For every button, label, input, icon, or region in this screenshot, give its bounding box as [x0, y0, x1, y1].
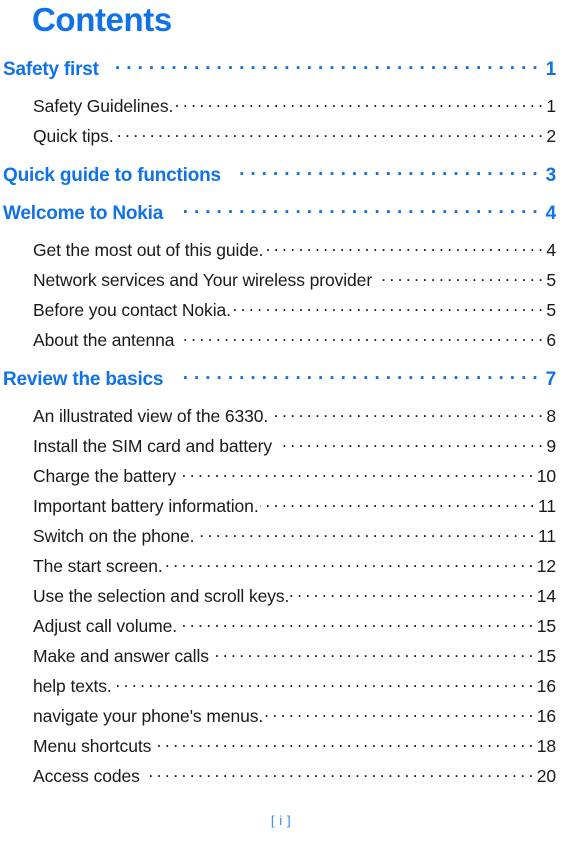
- page-title: Contents: [32, 1, 172, 38]
- toc-entry-page-number: 11: [538, 525, 556, 546]
- toc-entry-page-number: 1: [546, 95, 556, 116]
- toc-dot-leader: [232, 298, 546, 316]
- toc-entry[interactable]: Welcome to Nokia 4: [0, 200, 562, 238]
- toc-entry[interactable]: Switch on the phone. 11: [0, 524, 562, 554]
- toc-entry-page-number: 18: [536, 735, 556, 756]
- toc-entry-page-number: 4: [545, 203, 557, 224]
- toc-entry-page-number: 10: [536, 465, 556, 486]
- toc-entry-label: Access codes: [33, 765, 140, 786]
- toc-entry-label: Network services and Your wireless provi…: [33, 269, 373, 290]
- toc-entry-page-number: 15: [536, 645, 556, 666]
- toc-entry-label: Welcome to Nokia: [3, 203, 164, 224]
- toc-entry-label: Quick tips.: [33, 125, 114, 146]
- toc-entry-page-number: 5: [546, 299, 556, 320]
- toc-entry-label: Charge the battery: [33, 465, 177, 486]
- toc-entry[interactable]: Access codes 20: [0, 764, 562, 794]
- toc-entry-page-number: 7: [545, 369, 557, 390]
- table-of-contents: Safety first 1 Safety Guidelines. 1 Quick ti…: [0, 56, 562, 794]
- toc-entry-label: Adjust call volume.: [33, 615, 177, 636]
- toc-dot-leader: [235, 162, 544, 181]
- toc-dot-leader: [264, 238, 546, 256]
- toc-entry-page-number: 4: [546, 239, 556, 260]
- toc-entry[interactable]: navigate your phone's menus. 16: [0, 704, 562, 734]
- toc-entry-label: Make and answer calls: [33, 645, 209, 666]
- toc-dot-leader: [180, 328, 546, 346]
- toc-dot-leader: [157, 734, 536, 752]
- toc-entry-label: help texts.: [33, 675, 112, 696]
- toc-entry[interactable]: Review the basics 7: [0, 366, 562, 404]
- toc-dot-leader: [174, 94, 546, 112]
- toc-entry-page-number: 3: [545, 165, 557, 186]
- toc-entry[interactable]: Before you contact Nokia. 5: [0, 298, 562, 328]
- toc-entry-label: Use the selection and scroll keys.: [33, 585, 290, 606]
- toc-dot-leader: [260, 494, 538, 512]
- toc-entry[interactable]: Charge the battery 10: [0, 464, 562, 494]
- toc-entry-label: About the antenna: [33, 329, 175, 350]
- toc-entry[interactable]: Install the SIM card and battery 9: [0, 434, 562, 464]
- toc-entry-label: Safety Guidelines.: [33, 95, 174, 116]
- toc-entry-page-number: 6: [546, 329, 556, 350]
- toc-entry[interactable]: Quick tips. 2: [0, 124, 562, 154]
- toc-entry[interactable]: Safety Guidelines. 1: [0, 94, 562, 124]
- toc-entry-page-number: 9: [546, 435, 556, 456]
- toc-entry[interactable]: The start screen. 12: [0, 554, 562, 584]
- toc-entry-page-number: 11: [538, 495, 556, 516]
- toc-entry-label: Before you contact Nokia.: [33, 299, 231, 320]
- toc-entry-page-number: 5: [546, 269, 556, 290]
- toc-entry[interactable]: Get the most out of this guide. 4: [0, 238, 562, 268]
- toc-entry-page-number: 15: [536, 615, 556, 636]
- toc-dot-leader: [264, 704, 537, 722]
- toc-entry-label: Safety first: [3, 59, 99, 80]
- toc-entry-label: Get the most out of this guide.: [33, 239, 264, 260]
- toc-entry-label: Review the basics: [3, 369, 164, 390]
- contents-page: Contents Safety first1Safety Guidelines.…: [0, 0, 562, 842]
- page-footer: [ i ]: [0, 812, 562, 830]
- toc-entry-page-number: 16: [536, 705, 556, 726]
- toc-dot-leader: [269, 404, 546, 422]
- toc-entry[interactable]: Safety first 1: [0, 56, 562, 94]
- toc-entry-label: Switch on the phone.: [33, 525, 195, 546]
- toc-entry[interactable]: An illustrated view of the 6330. 8: [0, 404, 562, 434]
- toc-entry-label: The start screen.: [33, 555, 163, 576]
- toc-entry[interactable]: Network services and Your wireless provi…: [0, 268, 562, 298]
- toc-dot-leader: [115, 124, 547, 142]
- toc-entry[interactable]: Make and answer calls 15: [0, 644, 562, 674]
- toc-entry-page-number: 14: [536, 585, 556, 606]
- toc-entry-page-number: 16: [536, 675, 556, 696]
- toc-dot-leader: [195, 524, 538, 542]
- toc-entry-label: navigate your phone's menus.: [33, 705, 264, 726]
- toc-dot-leader: [290, 584, 536, 602]
- toc-entry-label: Menu shortcuts: [33, 735, 152, 756]
- toc-entry-page-number: 8: [546, 405, 556, 426]
- toc-entry[interactable]: Adjust call volume. 15: [0, 614, 562, 644]
- toc-dot-leader: [278, 434, 546, 452]
- toc-dot-leader: [177, 200, 544, 219]
- folio-number: [ i ]: [270, 813, 292, 828]
- toc-entry[interactable]: Important battery information. 11: [0, 494, 562, 524]
- toc-dot-leader: [164, 554, 537, 572]
- toc-entry-page-number: 20: [536, 765, 556, 786]
- toc-entry-label: Quick guide to functions: [3, 165, 221, 186]
- toc-entry-label: An illustrated view of the 6330.: [33, 405, 269, 426]
- toc-entry[interactable]: Menu shortcuts 18: [0, 734, 562, 764]
- toc-dot-leader: [113, 674, 537, 692]
- toc-entry-page-number: 12: [536, 555, 556, 576]
- toc-entry[interactable]: About the antenna 6: [0, 328, 562, 358]
- toc-entry[interactable]: Quick guide to functions 3: [0, 162, 562, 200]
- toc-entry-page-number: 2: [546, 125, 556, 146]
- toc-entry-page-number: 1: [545, 59, 557, 80]
- toc-entry-label: Install the SIM card and battery: [33, 435, 273, 456]
- toc-dot-leader: [182, 464, 537, 482]
- toc-dot-leader: [215, 644, 537, 662]
- toc-entry[interactable]: Use the selection and scroll keys. 14: [0, 584, 562, 614]
- toc-dot-leader: [378, 268, 546, 286]
- toc-dot-leader: [146, 764, 537, 782]
- toc-dot-leader: [113, 56, 544, 75]
- toc-entry[interactable]: help texts. 16: [0, 674, 562, 704]
- toc-entry-label: Important battery information.: [33, 495, 259, 516]
- toc-dot-leader: [178, 614, 537, 632]
- toc-dot-leader: [177, 366, 543, 385]
